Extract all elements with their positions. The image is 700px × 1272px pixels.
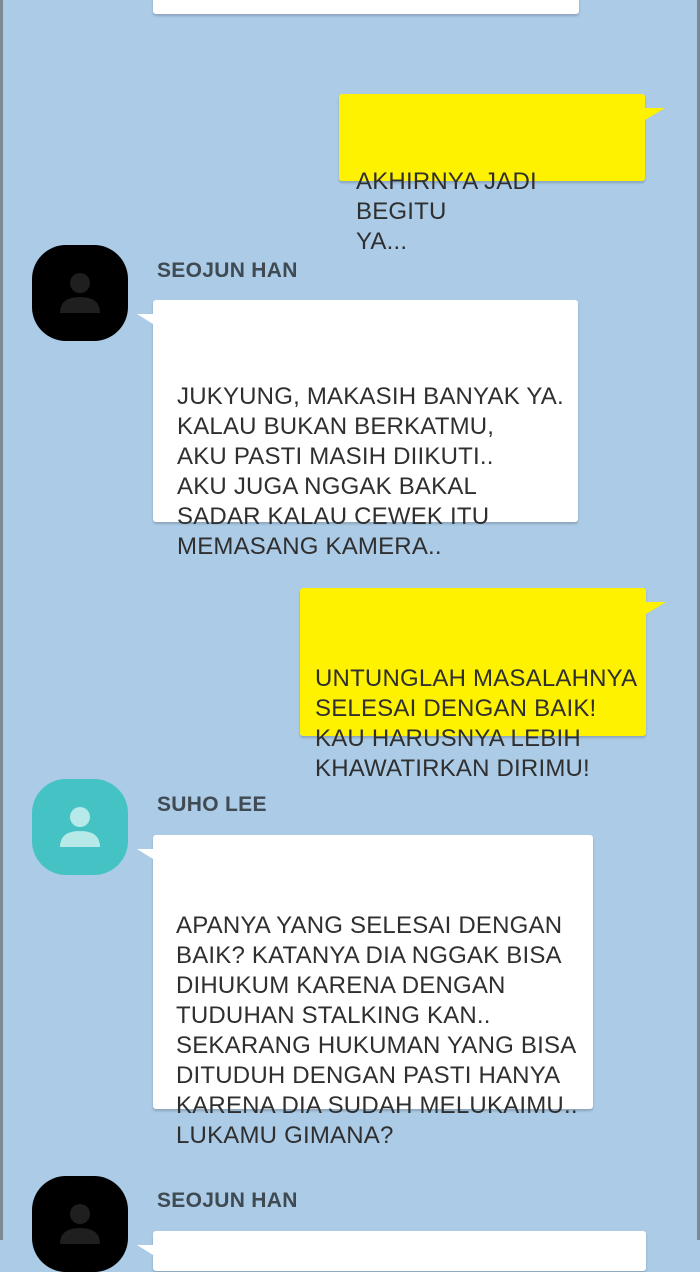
incoming-message-bubble: APANYA YANG SELESAI DENGAN BAIK? KATANYA…: [137, 835, 593, 1149]
user-silhouette-icon: [60, 807, 100, 847]
user-silhouette-icon: [60, 1204, 100, 1244]
left-frame-border: [0, 0, 3, 1240]
outgoing-message-bubble: UNTUNGLAH MASALAHNYA SELESAI DENGAN BAIK…: [300, 588, 666, 782]
bubble-tail: [137, 1245, 153, 1265]
avatar-suho-lee[interactable]: [32, 779, 128, 875]
bubble-tail: [645, 108, 665, 132]
bubble-tail: [646, 602, 666, 626]
bubble-tail: [137, 314, 153, 334]
incoming-message-bubble: JUKYUNG, MAKASIH BANYAK YA. KALAU BUKAN …: [137, 300, 578, 560]
incoming-message-bubble-partial-top: [153, 0, 579, 14]
sender-name: SEOJUN HAN: [157, 1189, 298, 1212]
user-silhouette-icon: [60, 273, 100, 313]
sender-name: SUHO LEE: [157, 793, 267, 816]
incoming-message-bubble-partial-bottom: [137, 1231, 646, 1271]
bubble-tail: [137, 849, 153, 869]
sender-name: SEOJUN HAN: [157, 259, 298, 282]
message-text: AKHIRNYA JADI BEGITU YA...: [356, 168, 537, 255]
avatar-seojun-han[interactable]: [32, 245, 128, 341]
message-text: APANYA YANG SELESAI DENGAN BAIK? KATANYA…: [176, 912, 578, 1149]
avatar-seojun-han[interactable]: [32, 1176, 128, 1272]
message-text: JUKYUNG, MAKASIH BANYAK YA. KALAU BUKAN …: [177, 383, 564, 560]
message-text: UNTUNGLAH MASALAHNYA SELESAI DENGAN BAIK…: [315, 665, 638, 782]
outgoing-message-bubble: AKHIRNYA JADI BEGITU YA...: [339, 94, 665, 255]
